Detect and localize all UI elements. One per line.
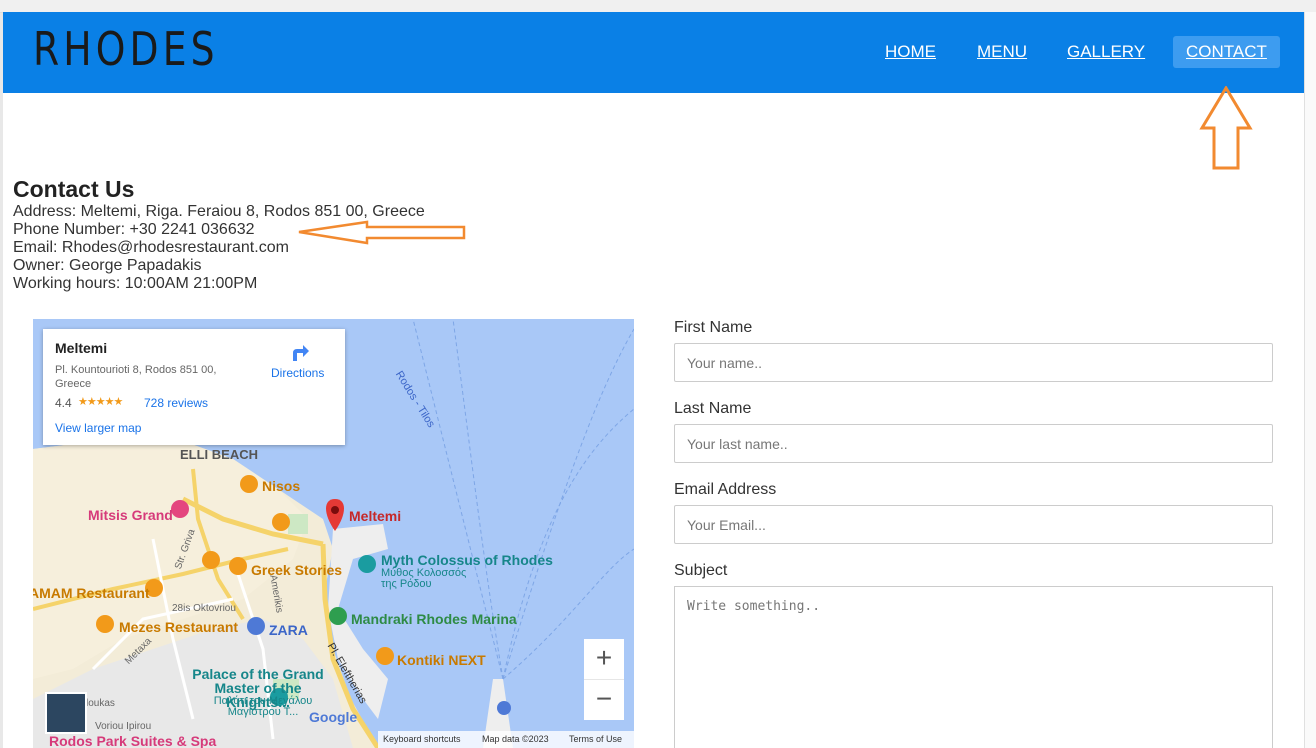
map-label-elli-beach: ELLI BEACH (180, 447, 258, 462)
rating-stars-icon: ★★★★★ (78, 396, 123, 408)
satellite-toggle[interactable] (45, 692, 87, 734)
map-label-amam[interactable]: AMAM Restaurant (33, 585, 150, 601)
contact-address: Address: Meltemi, Riga. Feraiou 8, Rodos… (13, 203, 425, 220)
keyboard-shortcuts-link[interactable]: Keyboard shortcuts (383, 731, 461, 748)
subject-label: Subject (674, 562, 728, 579)
zoom-in-button[interactable]: + (584, 639, 624, 680)
site-logo[interactable]: RHODES (33, 22, 219, 76)
google-logo: Google (309, 709, 358, 725)
map-info-card: Meltemi Pl. Kountourioti 8, Rodos 851 00… (43, 329, 345, 445)
contact-owner: Owner: George Papadakis (13, 257, 202, 274)
page: RHODES HOME MENU GALLERY CONTACT Contact… (3, 12, 1305, 748)
contact-hours: Working hours: 10:00AM 21:00PM (13, 275, 258, 292)
terms-link[interactable]: Terms of Use (569, 731, 622, 748)
nav-contact[interactable]: CONTACT (1173, 36, 1280, 68)
meltemi-marker (326, 499, 344, 531)
place-name: Meltemi (55, 340, 108, 356)
place-rating: 4.4 (55, 396, 72, 410)
up-arrow-annotation (1199, 86, 1253, 170)
map-label-mezes[interactable]: Mezes Restaurant (119, 619, 238, 635)
map-label-meltemi[interactable]: Meltemi (349, 508, 401, 524)
nav-home[interactable]: HOME (872, 36, 949, 68)
map-label-mandraki[interactable]: Mandraki Rhodes Marina (351, 611, 517, 627)
map-data-text: Map data ©2023 (482, 734, 549, 744)
map-label-street-loukas: loukas (86, 698, 115, 709)
map-attribution: Keyboard shortcuts Map data ©2023 Terms … (378, 731, 634, 748)
map-label-kontiki[interactable]: Kontiki NEXT (397, 652, 486, 668)
map-label-zara[interactable]: ZARA (269, 622, 308, 638)
page-scrollbar[interactable] (1304, 12, 1316, 748)
contact-email: Email: Rhodes@rhodesrestaurant.com (13, 239, 289, 256)
map-label-parks[interactable]: Rodos Park Suites & Spa (49, 733, 216, 748)
contact-heading: Contact Us (13, 176, 135, 202)
nav-gallery[interactable]: GALLERY (1054, 36, 1158, 68)
place-address: Pl. Kountourioti 8, Rodos 851 00, Greece (55, 364, 217, 390)
map-label-mitsis[interactable]: Mitsis Grand (88, 507, 173, 523)
map-label-colossus[interactable]: Myth Colossus of Rhodes (381, 552, 553, 568)
google-map[interactable]: ELLI BEACH Nisos Meltemi Mitsis Grand Gr… (33, 319, 634, 748)
site-header: RHODES HOME MENU GALLERY CONTACT (3, 12, 1305, 93)
first-name-input[interactable]: Your name.. (674, 343, 1273, 382)
map-label-street-voriou: Voriou Ipirou (95, 721, 152, 732)
subject-textarea[interactable]: Write something.. (674, 586, 1273, 748)
last-name-label: Last Name (674, 400, 752, 417)
map-label-nisos[interactable]: Nisos (262, 478, 300, 494)
map-label-street-28is: 28is Oktovriou (172, 603, 236, 614)
map-label-colossus-gr: Μύθος Κολοσσός της Ρόδου (381, 567, 467, 590)
directions-icon[interactable] (289, 341, 311, 363)
contact-phone: Phone Number: +30 2241 036632 (13, 221, 255, 238)
last-name-input[interactable]: Your last name.. (674, 424, 1273, 463)
zoom-out-button[interactable]: − (584, 680, 624, 720)
map-label-greek-stories[interactable]: Greek Stories (251, 562, 342, 578)
first-name-label: First Name (674, 319, 753, 336)
map-label-palace-gr: Παλάτι του Μεγάλου Μαγίστρου Τ... (213, 695, 313, 718)
email-input[interactable]: Your Email... (674, 505, 1273, 544)
directions-link[interactable]: Directions (271, 366, 324, 380)
email-label: Email Address (674, 481, 777, 498)
view-larger-map-link[interactable]: View larger map (55, 421, 141, 435)
reviews-link[interactable]: 728 reviews (144, 396, 208, 410)
left-arrow-annotation (298, 220, 466, 245)
nav-menu[interactable]: MENU (964, 36, 1040, 68)
